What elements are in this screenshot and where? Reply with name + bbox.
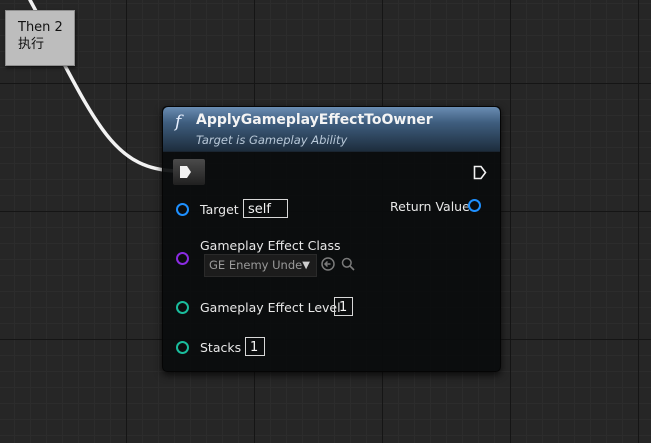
node-header[interactable]: f ApplyGameplayEffectToOwner Target is G…	[163, 107, 500, 152]
target-label: Target	[200, 202, 239, 217]
return-value-label: Return Value	[390, 199, 470, 214]
function-icon: f	[175, 112, 182, 132]
node-subtitle: Target is Gameplay Ability	[196, 133, 348, 147]
browse-arrow-icon[interactable]	[321, 257, 335, 274]
then-2-label: Then 2	[18, 20, 63, 35]
stacks-pin[interactable]	[176, 341, 189, 354]
target-pin[interactable]	[176, 203, 189, 216]
stacks-value[interactable]: 1	[245, 337, 265, 356]
node-title: ApplyGameplayEffectToOwner	[196, 112, 433, 128]
search-icon[interactable]	[341, 257, 355, 274]
then-2-node[interactable]: Then 2 执行	[5, 10, 75, 66]
effect-class-label: Gameplay Effect Class	[200, 238, 341, 253]
effect-level-pin[interactable]	[176, 301, 189, 314]
apply-gameplay-effect-node[interactable]: f ApplyGameplayEffectToOwner Target is G…	[162, 106, 501, 372]
target-value[interactable]: self	[243, 199, 288, 218]
chevron-down-icon: ▼	[302, 260, 310, 271]
effect-class-pin[interactable]	[176, 252, 189, 265]
play-icon	[180, 166, 191, 178]
execute-label: 执行	[18, 37, 45, 52]
effect-class-dropdown[interactable]: GE Enemy Unde ▼	[204, 254, 317, 277]
exec-input-pin[interactable]	[173, 159, 205, 185]
stacks-label: Stacks	[200, 340, 242, 355]
exec-out-icon[interactable]	[473, 165, 487, 180]
return-value-pin[interactable]	[468, 199, 481, 212]
effect-class-value: GE Enemy Unde	[209, 258, 303, 272]
effect-level-label: Gameplay Effect Level	[200, 300, 341, 315]
effect-level-value[interactable]: 1	[334, 297, 353, 316]
